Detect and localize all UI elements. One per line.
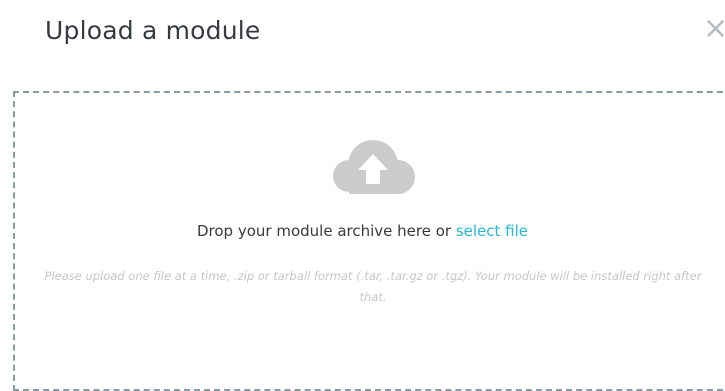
drop-instructions: Drop your module archive here or select …	[0, 219, 725, 243]
select-file-link[interactable]: select file	[456, 222, 528, 240]
drop-prompt: Drop your module archive here or	[196, 222, 456, 240]
modal-title: Upload a module	[45, 16, 261, 45]
close-button[interactable]: ×	[703, 12, 725, 46]
close-icon: ×	[703, 12, 725, 46]
upload-hint: Please upload one file at a time, .zip o…	[44, 269, 702, 304]
cloud-upload-icon[interactable]	[329, 138, 417, 198]
